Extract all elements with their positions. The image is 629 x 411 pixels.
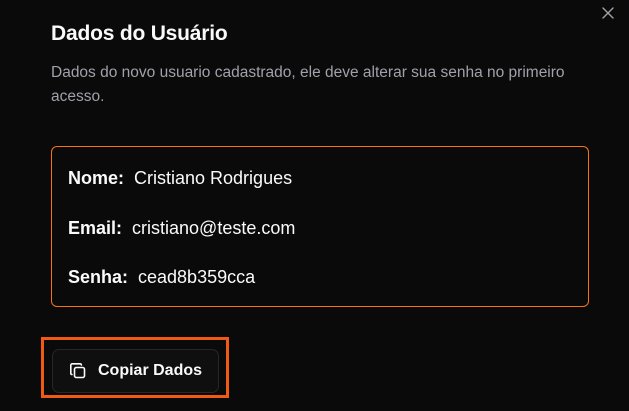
user-data-dialog: Dados do Usuário Dados do novo usuario c… [0, 0, 629, 411]
name-label: Nome: [68, 168, 125, 188]
user-info-box: Nome: Cristiano Rodrigues Email: cristiano… [51, 146, 589, 307]
password-value: cead8b359cca [138, 267, 256, 287]
name-value: Cristiano Rodrigues [134, 168, 293, 188]
name-row: Nome: Cristiano Rodrigues [68, 168, 292, 189]
email-row: Email: cristiano@teste.com [68, 218, 295, 239]
copy-button-label: Copiar Dados [98, 362, 203, 379]
email-value: cristiano@teste.com [132, 218, 296, 238]
dialog-title: Dados do Usuário [51, 22, 228, 45]
dialog-description: Dados do novo usuario cadastrado, ele de… [51, 64, 565, 105]
email-label: Email: [68, 218, 123, 238]
password-row: Senha: cead8b359cca [68, 267, 255, 288]
copy-icon [68, 361, 88, 381]
close-button[interactable] [599, 4, 617, 22]
copy-data-button[interactable]: Copiar Dados [52, 349, 219, 393]
close-icon [602, 7, 614, 19]
password-label: Senha: [68, 267, 129, 287]
